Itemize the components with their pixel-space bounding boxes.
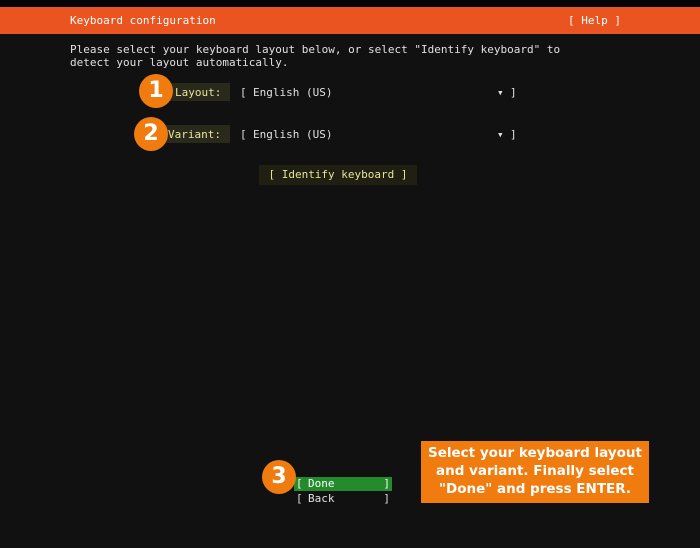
layout-select-close-bracket: ] xyxy=(510,86,517,99)
variant-select-open-bracket: [ xyxy=(240,128,247,141)
page-title: Keyboard configuration xyxy=(70,14,216,27)
done-button[interactable]: [ Done ] xyxy=(294,477,392,491)
top-strip xyxy=(0,0,700,7)
step-badge-1: 1 xyxy=(139,74,173,108)
back-button[interactable]: [ Back ] xyxy=(294,492,392,506)
done-label: Done xyxy=(308,477,335,490)
back-close-bracket: ] xyxy=(383,492,390,505)
step-badge-2: 2 xyxy=(134,117,168,151)
help-button[interactable]: [ Help ] xyxy=(568,14,621,27)
layout-label: Layout: xyxy=(175,86,222,99)
callout-line-1: Select your keyboard layout xyxy=(428,445,642,461)
variant-select-value: English (US) xyxy=(253,128,333,141)
done-close-bracket: ] xyxy=(383,477,390,490)
back-open-bracket: [ xyxy=(296,492,303,505)
chevron-down-icon: ▾ xyxy=(497,128,504,141)
intro-text: Please select your keyboard layout below… xyxy=(70,43,630,69)
done-open-bracket: [ xyxy=(296,477,303,490)
intro-line-1: Please select your keyboard layout below… xyxy=(70,43,561,56)
callout-line-3: "Done" and press ENTER. xyxy=(438,481,632,497)
variant-label: Variant: xyxy=(168,128,221,141)
variant-select-close-bracket: ] xyxy=(510,128,517,141)
header-bar: Keyboard configuration [ Help ] xyxy=(0,7,700,34)
back-label: Back xyxy=(308,492,335,505)
identify-keyboard-button[interactable]: [ Identify keyboard ] xyxy=(259,165,417,185)
layout-select-open-bracket: [ xyxy=(240,86,247,99)
intro-line-2: detect your layout automatically. xyxy=(70,56,289,69)
chevron-down-icon: ▾ xyxy=(497,86,504,99)
step-badge-3: 3 xyxy=(262,460,296,494)
callout-line-2: and variant. Finally select xyxy=(435,463,635,479)
instruction-callout: Select your keyboard layout and variant.… xyxy=(421,441,649,503)
layout-select-value: English (US) xyxy=(253,86,333,99)
